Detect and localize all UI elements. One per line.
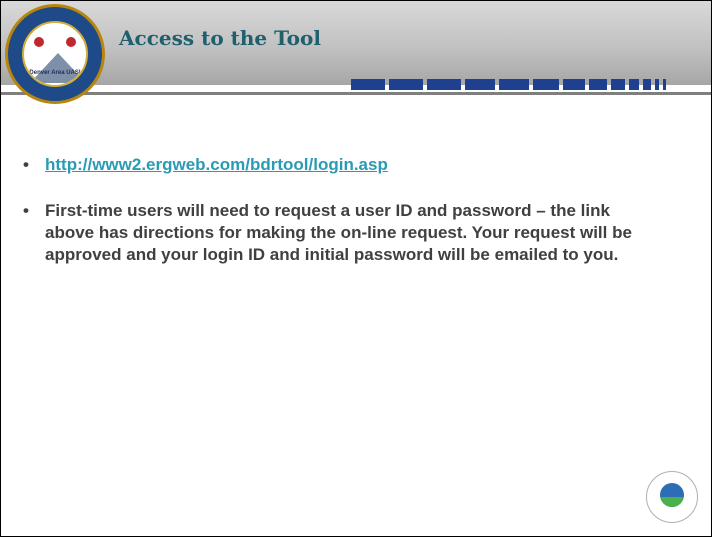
- epa-water-icon: [660, 497, 684, 507]
- instructions-text: First-time users will need to request a …: [45, 201, 632, 264]
- bullet-item-link: • http://www2.ergweb.com/bdrtool/login.a…: [23, 154, 663, 176]
- biohazard-icon: [66, 37, 76, 47]
- bullet-list: • http://www2.ergweb.com/bdrtool/login.a…: [23, 154, 663, 266]
- dash: [611, 79, 625, 90]
- dash: [427, 79, 461, 90]
- dash: [589, 79, 607, 90]
- dash: [351, 79, 385, 90]
- uasi-seal-icon: Denver Area UASI: [5, 4, 105, 104]
- dash: [499, 79, 529, 90]
- seal-inner: Denver Area UASI: [22, 21, 88, 87]
- header-band: [1, 1, 711, 85]
- epa-seal-icon: [646, 471, 698, 523]
- login-link[interactable]: http://www2.ergweb.com/bdrtool/login.asp: [45, 155, 388, 174]
- title-dash-decoration: [351, 79, 666, 90]
- bullet-glyph: •: [23, 155, 29, 174]
- dash: [533, 79, 559, 90]
- bullet-item-instructions: • First-time users will need to request …: [23, 200, 663, 266]
- mountain-icon: [30, 53, 86, 83]
- dash: [663, 79, 666, 90]
- dash: [465, 79, 495, 90]
- seal-caption: Denver Area UASI: [29, 70, 81, 76]
- dash: [563, 79, 585, 90]
- header-divider: [1, 92, 711, 95]
- epa-flower-icon: [660, 483, 684, 507]
- hazard-icon: [34, 37, 44, 47]
- slide: Denver Area UASI Access to the Tool • ht…: [0, 0, 712, 537]
- bullet-glyph: •: [23, 201, 29, 220]
- dash: [389, 79, 423, 90]
- dash: [643, 79, 651, 90]
- dash: [655, 79, 659, 90]
- dash: [629, 79, 639, 90]
- slide-title: Access to the Tool: [119, 26, 321, 50]
